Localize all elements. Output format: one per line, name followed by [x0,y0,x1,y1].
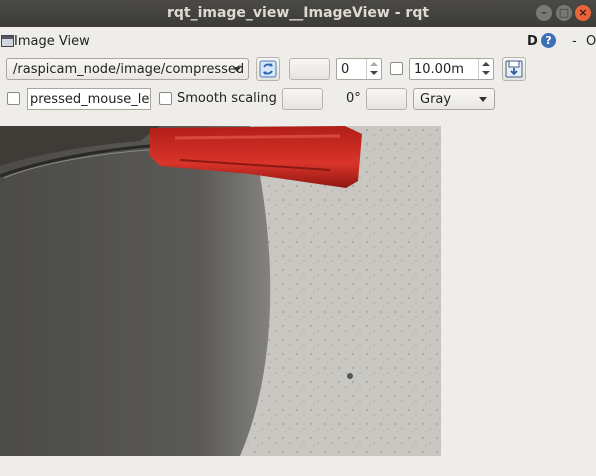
close-icon[interactable]: × [575,5,591,21]
spin-arrows[interactable] [366,59,381,79]
dynamic-range-checkbox[interactable] [390,62,403,75]
smooth-scaling-label: Smooth scaling [177,91,277,106]
camera-frame [0,126,441,456]
max-range-arrows[interactable] [478,59,493,79]
window-title: rqt_image_view__ImageView - rqt [166,5,430,21]
refresh-button[interactable] [256,57,280,81]
minimize-icon[interactable]: – [536,5,552,21]
mouse-publish-checkbox[interactable] [7,92,20,105]
topic-index-spinbox[interactable]: 0 [336,58,382,80]
dock-minimize-button[interactable]: - [572,34,577,49]
dock-header: Image View D ? - O [0,31,596,51]
dock-title: Image View [14,34,90,49]
topic-select-value: /raspicam_node/image/compressed [13,62,245,77]
chevron-down-icon [233,67,241,72]
save-icon [505,60,523,78]
chevron-up-icon [370,62,378,66]
chevron-down-icon [482,71,490,75]
topic-select[interactable]: /raspicam_node/image/compressed [6,58,249,80]
max-range-value: 10.00m [414,62,464,77]
dock-d-button[interactable]: D [527,34,538,49]
rotate-left-button[interactable] [282,88,323,110]
rotate-right-button[interactable] [366,88,407,110]
colormap-select[interactable]: Gray [413,88,495,110]
rotation-label: 0° [346,91,361,106]
help-icon[interactable]: ? [541,33,556,48]
chevron-up-icon [482,62,490,66]
maximize-icon[interactable]: □ [556,5,572,21]
chevron-down-icon [370,71,378,75]
chevron-down-icon [479,97,487,102]
colormap-value: Gray [420,92,452,107]
spinbox-value: 0 [341,62,350,77]
max-range-spinbox[interactable]: 10.00m [409,58,494,80]
image-view-icon [1,35,14,47]
dock-float-button[interactable]: O [586,34,596,49]
mouse-topic-field[interactable]: pressed_mouse_left [27,88,151,110]
refresh-icon [259,60,277,78]
blank-button[interactable] [289,58,330,80]
smooth-scaling-checkbox[interactable] [159,92,172,105]
camera-image[interactable] [0,126,441,456]
save-button[interactable] [502,57,526,81]
window-titlebar: rqt_image_view__ImageView - rqt – □ × [0,0,596,27]
